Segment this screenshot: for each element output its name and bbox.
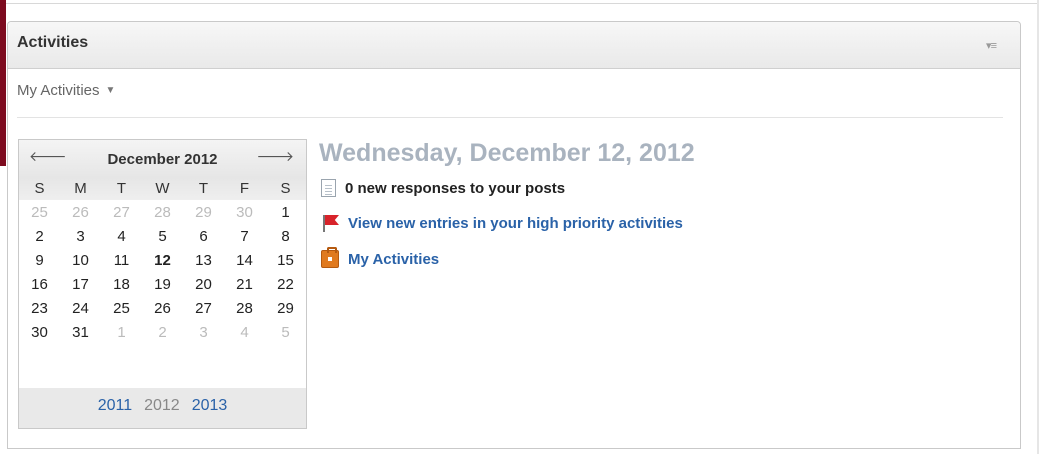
year-selector: 2011 2012 2013 (19, 388, 306, 428)
activity-row-priority[interactable]: View new entries in your high priority a… (321, 214, 683, 232)
weekday-header: T (101, 178, 142, 200)
weekday-header: F (224, 178, 265, 200)
calendar-day[interactable]: 18 (101, 272, 142, 296)
calendar-day[interactable]: 15 (265, 248, 306, 272)
calendar-day[interactable]: 23 (19, 296, 60, 320)
calendar-day-other-month: 4 (240, 323, 249, 341)
calendar-day[interactable]: 3 (60, 224, 101, 248)
year-link[interactable]: 2011 (98, 397, 132, 414)
my-activities-link[interactable]: My Activities (348, 251, 439, 268)
activity-row-my-activities[interactable]: My Activities (321, 247, 439, 268)
priority-entries-link[interactable]: View new entries in your high priority a… (348, 215, 683, 232)
calendar-day[interactable]: 28 (224, 296, 265, 320)
calendar-day[interactable]: 29 (265, 296, 306, 320)
calendar-day[interactable]: 31 (60, 320, 101, 344)
calendar-day-other-month: 25 (31, 203, 48, 221)
calendar-week-row: 16 17 18 19 20 21 22 (19, 272, 306, 296)
weekday-row: SMTWTFS (19, 178, 306, 200)
arrow-right-icon[interactable]: 🡒 (256, 148, 294, 165)
calendar-day-other-month: 3 (199, 323, 208, 341)
menu-icon[interactable]: ▾≡ (986, 39, 997, 52)
calendar-week-row: 9 10 11 12 13 14 15 (19, 248, 306, 272)
weekday-header: T (183, 178, 224, 200)
calendar-day[interactable]: 11 (101, 248, 142, 272)
subnav-divider (17, 117, 1003, 118)
weekday-header: S (19, 178, 60, 200)
panel-header: Activities ▾≡ (8, 22, 1020, 69)
caret-down-icon: ▼ (105, 85, 116, 96)
left-accent-bar (0, 0, 6, 166)
calendar-day[interactable]: 27 (183, 296, 224, 320)
year-link[interactable]: 2013 (192, 397, 228, 414)
calendar-header: 🡐 December 2012 🡒 (19, 140, 306, 178)
calendar-day-other-month: 29 (195, 203, 212, 221)
calendar-day[interactable]: 10 (60, 248, 101, 272)
calendar-day[interactable]: 6 (183, 224, 224, 248)
calendar-day[interactable]: 20 (183, 272, 224, 296)
calendar-week-row: 23 24 25 26 27 28 29 (19, 296, 306, 320)
calendar-grid: SMTWTFS 25 26 27 28 29 30 1 2 3 4 5 6 7 8 9 10 11 12 13 14 1… (19, 178, 306, 344)
responses-text: 0 new responses to your posts (345, 179, 566, 197)
calendar-day-other-month: 26 (72, 203, 89, 221)
calendar-day[interactable]: 25 (101, 296, 142, 320)
calendar-day-other-month: 5 (281, 323, 290, 341)
my-activities-dropdown[interactable]: My Activities ▼ (17, 82, 115, 99)
calendar-day[interactable]: 13 (183, 248, 224, 272)
calendar-day[interactable]: 19 (142, 272, 183, 296)
weekday-header: W (142, 178, 183, 200)
calendar-day[interactable]: 8 (265, 224, 306, 248)
calendar-day[interactable]: 7 (224, 224, 265, 248)
top-divider (0, 0, 1039, 4)
calendar-day-other-month: 30 (236, 203, 253, 221)
weekday-header: S (265, 178, 306, 200)
document-icon (321, 179, 336, 197)
calendar-day[interactable]: 4 (101, 224, 142, 248)
year-current: 2012 (144, 397, 180, 414)
calendar-body: 25 26 27 28 29 30 1 2 3 4 5 6 7 8 9 10 11 12 13 14 15 16 17 18 1… (19, 200, 306, 344)
calendar-day[interactable]: 16 (19, 272, 60, 296)
calendar-week-row: 30 31 1 2 3 4 5 (19, 320, 306, 344)
calendar-day-other-month: 2 (158, 323, 167, 341)
calendar-day[interactable]: 1 (265, 200, 306, 224)
calendar-week-row: 2345678 (19, 224, 306, 248)
flag-icon (321, 214, 339, 232)
selected-date-title: Wednesday, December 12, 2012 (319, 139, 695, 167)
panel-title: Activities (17, 34, 89, 51)
briefcase-icon (321, 247, 339, 268)
calendar-day[interactable]: 9 (19, 248, 60, 272)
calendar-day[interactable]: 22 (265, 272, 306, 296)
calendar-day[interactable]: 26 (142, 296, 183, 320)
calendar-day[interactable]: 14 (224, 248, 265, 272)
dropdown-label: My Activities (17, 82, 100, 99)
calendar-week-row: 25 26 27 28 29 30 1 (19, 200, 306, 224)
page: Activities ▾≡ My Activities ▼ 🡐 December … (0, 0, 1039, 454)
activity-row-responses: 0 new responses to your posts (321, 179, 565, 197)
calendar-day[interactable]: 5 (142, 224, 183, 248)
calendar-day[interactable]: 17 (60, 272, 101, 296)
calendar-day[interactable]: 30 (19, 320, 60, 344)
activities-panel: Activities ▾≡ My Activities ▼ 🡐 December … (7, 21, 1021, 449)
calendar-day-other-month: 27 (113, 203, 130, 221)
calendar-day-today[interactable]: 12 (142, 248, 183, 272)
calendar-day[interactable]: 2 (19, 224, 60, 248)
mini-calendar: 🡐 December 2012 🡒 SMTWTFS 25 26 27 28 29 30 1 2… (18, 139, 307, 429)
calendar-day[interactable]: 21 (224, 272, 265, 296)
calendar-day[interactable]: 24 (60, 296, 101, 320)
calendar-day-other-month: 28 (154, 203, 171, 221)
calendar-day-other-month: 1 (117, 323, 126, 341)
weekday-header: M (60, 178, 101, 200)
